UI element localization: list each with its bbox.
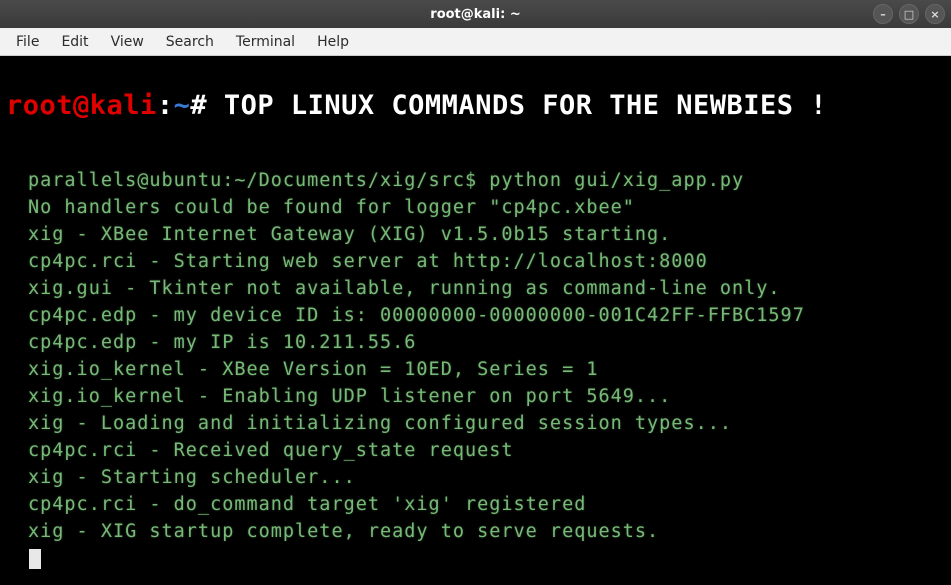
window-controls: – □ × xyxy=(873,4,945,24)
prompt-colon: : xyxy=(157,90,174,121)
menu-file[interactable]: File xyxy=(6,30,49,54)
maximize-button[interactable]: □ xyxy=(899,4,919,24)
close-button[interactable]: × xyxy=(925,4,945,24)
minimize-button[interactable]: – xyxy=(873,4,893,24)
output-line: cp4pc.rci - do_command target 'xig' regi… xyxy=(28,494,586,515)
menu-search[interactable]: Search xyxy=(156,30,224,54)
menu-view[interactable]: View xyxy=(101,30,154,54)
output-line: cp4pc.rci - Starting web server at http:… xyxy=(28,251,708,272)
prompt-path: ~ xyxy=(174,90,191,121)
minimize-icon: – xyxy=(880,8,886,21)
menu-terminal[interactable]: Terminal xyxy=(226,30,305,54)
output-line: No handlers could be found for logger "c… xyxy=(28,197,635,218)
output-line: parallels@ubuntu:~/Documents/xig/src$ py… xyxy=(28,170,744,191)
output-line: xig - XIG startup complete, ready to ser… xyxy=(28,521,659,542)
output-line: xig - XBee Internet Gateway (XIG) v1.5.0… xyxy=(28,224,671,245)
output-line: xig - Loading and initializing configure… xyxy=(28,413,732,434)
close-icon: × xyxy=(930,8,939,21)
output-line: xig.gui - Tkinter not available, running… xyxy=(28,278,781,299)
output-line: xig.io_kernel - Enabling UDP listener on… xyxy=(28,386,671,407)
window-title: root@kali: ~ xyxy=(430,7,520,22)
output-line: xig.io_kernel - XBee Version = 10ED, Ser… xyxy=(28,359,598,380)
menu-edit[interactable]: Edit xyxy=(51,30,98,54)
prompt-symbol: # xyxy=(190,90,224,121)
prompt-user-host: root@kali xyxy=(6,90,157,121)
output-line: cp4pc.edp - my device ID is: 00000000-00… xyxy=(28,305,805,326)
menubar: File Edit View Search Terminal Help xyxy=(0,28,951,56)
terminal-cursor xyxy=(29,549,41,569)
terminal-output: parallels@ubuntu:~/Documents/xig/src$ py… xyxy=(0,121,951,572)
prompt-line: root@kali:~# TOP LINUX COMMANDS FOR THE … xyxy=(0,56,951,121)
maximize-icon: □ xyxy=(904,8,914,21)
window-titlebar: root@kali: ~ – □ × xyxy=(0,0,951,28)
prompt-command: TOP LINUX COMMANDS FOR THE NEWBIES ! xyxy=(224,90,827,121)
menu-help[interactable]: Help xyxy=(307,30,359,54)
terminal-body[interactable]: root@kali:~# TOP LINUX COMMANDS FOR THE … xyxy=(0,56,951,585)
output-line: cp4pc.rci - Received query_state request xyxy=(28,440,514,461)
output-line: xig - Starting scheduler... xyxy=(28,467,356,488)
output-line: cp4pc.edp - my IP is 10.211.55.6 xyxy=(28,332,416,353)
